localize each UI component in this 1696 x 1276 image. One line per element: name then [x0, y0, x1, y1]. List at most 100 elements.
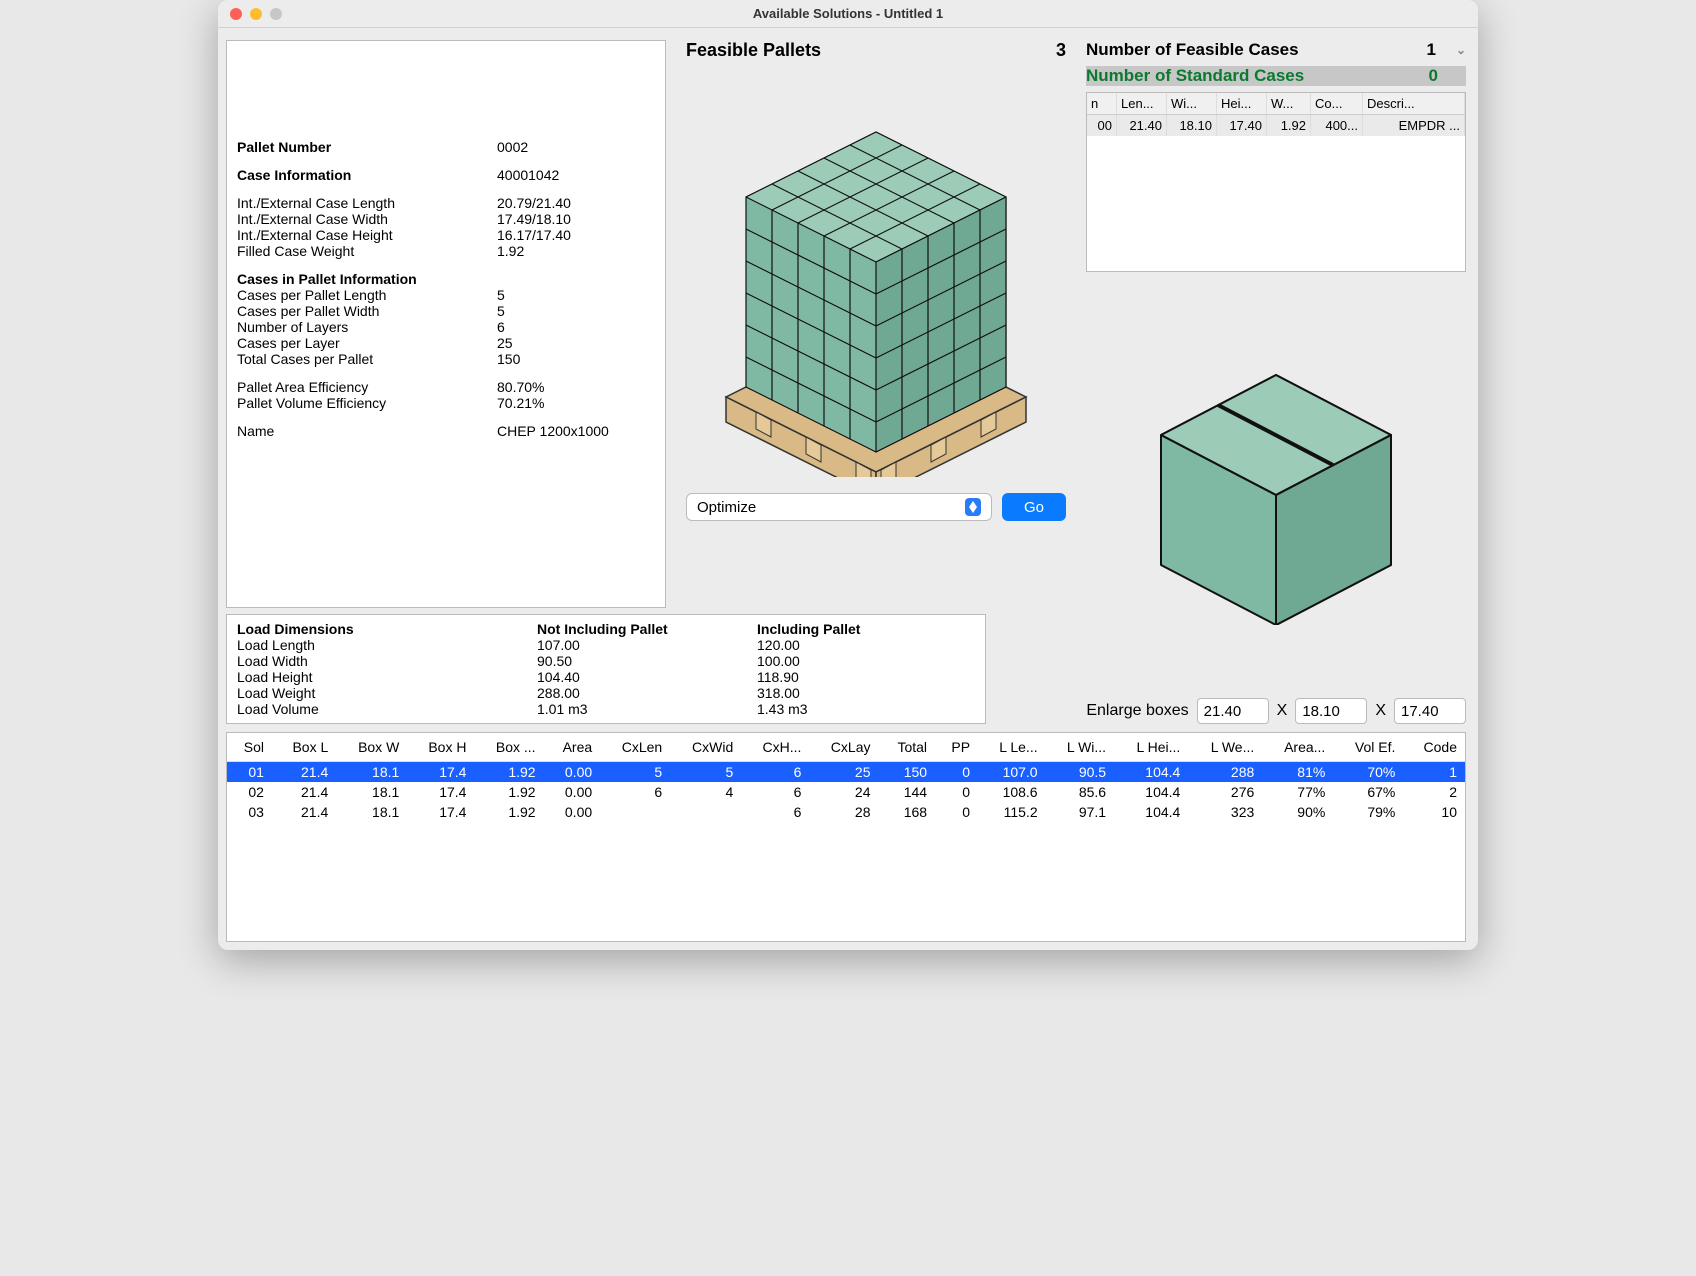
sol-col-header[interactable]: Box W — [336, 733, 407, 762]
pallet-3d-view[interactable] — [696, 61, 1056, 493]
cases-cell: EMPDR ... — [1363, 115, 1465, 136]
nsc-value: 0 — [1429, 66, 1438, 86]
sol-col-header[interactable]: L Le... — [978, 733, 1046, 762]
sol-cell: 288 — [1188, 762, 1262, 783]
sol-cell: 6 — [600, 782, 670, 802]
sol-col-header[interactable]: PP — [935, 733, 978, 762]
sol-cell: 0 — [935, 762, 978, 783]
sol-cell: 18.1 — [336, 802, 407, 822]
load-row-label: Load Width — [237, 653, 537, 669]
iec-length-label: Int./External Case Length — [237, 195, 497, 211]
filled-weight-value: 1.92 — [497, 243, 655, 259]
table-row[interactable]: 0321.418.117.41.920.006281680115.297.110… — [227, 802, 1465, 822]
sol-cell: 90.5 — [1046, 762, 1114, 783]
sol-cell: 150 — [878, 762, 935, 783]
enlarge-height-input[interactable] — [1394, 698, 1466, 724]
sol-cell: 67% — [1333, 782, 1403, 802]
cases-cell: 18.10 — [1167, 115, 1217, 136]
maximize-icon[interactable] — [270, 8, 282, 20]
sol-cell: 168 — [878, 802, 935, 822]
cip-label: Cases in Pallet Information — [237, 271, 497, 287]
sol-cell: 6 — [741, 762, 809, 783]
cases-col-header[interactable]: Descri... — [1363, 93, 1465, 114]
sol-cell: 18.1 — [336, 762, 407, 783]
optimize-select[interactable]: Optimize — [686, 493, 992, 521]
sol-cell: 0.00 — [544, 802, 601, 822]
sol-cell: 17.4 — [407, 782, 474, 802]
sol-cell: 104.4 — [1114, 802, 1188, 822]
sol-cell: 323 — [1188, 802, 1262, 822]
feasible-pallets-count: 3 — [1056, 40, 1066, 61]
enlarge-length-input[interactable] — [1197, 698, 1269, 724]
sol-cell: 77% — [1262, 782, 1333, 802]
go-button[interactable]: Go — [1002, 493, 1066, 521]
sol-col-header[interactable]: L Wi... — [1046, 733, 1114, 762]
sol-col-header[interactable]: Box L — [272, 733, 336, 762]
chevron-down-icon[interactable]: ⌄ — [1456, 43, 1466, 57]
box-3d-view[interactable] — [1086, 278, 1466, 692]
load-row-label: Load Height — [237, 669, 537, 685]
cases-cell: 400... — [1311, 115, 1363, 136]
sol-cell: 0 — [935, 802, 978, 822]
sol-col-header[interactable]: Vol Ef. — [1333, 733, 1403, 762]
load-row-label: Load Weight — [237, 685, 537, 701]
x-label: X — [1375, 702, 1386, 720]
enlarge-width-input[interactable] — [1295, 698, 1367, 724]
table-row[interactable]: 0121.418.117.41.920.00556251500107.090.5… — [227, 762, 1465, 783]
cases-table[interactable]: nLen...Wi...Hei...W...Co...Descri... 002… — [1086, 92, 1466, 272]
minimize-icon[interactable] — [250, 8, 262, 20]
layers-value: 6 — [497, 319, 655, 335]
pallet-info-panel: Pallet Number0002 Case Information400010… — [226, 40, 666, 608]
sol-cell: 28 — [809, 802, 878, 822]
sol-col-header[interactable]: L Hei... — [1114, 733, 1188, 762]
sol-col-header[interactable]: CxH... — [741, 733, 809, 762]
cases-col-header[interactable]: Hei... — [1217, 93, 1267, 114]
pallet-name-label: Name — [237, 423, 497, 439]
sol-cell: 104.4 — [1114, 762, 1188, 783]
cases-col-header[interactable]: n — [1087, 93, 1117, 114]
sol-col-header[interactable]: Sol — [227, 733, 272, 762]
sol-col-header[interactable]: Area... — [1262, 733, 1333, 762]
sol-col-header[interactable]: CxLen — [600, 733, 670, 762]
table-row[interactable]: 0221.418.117.41.920.00646241440108.685.6… — [227, 782, 1465, 802]
sol-cell — [670, 802, 741, 822]
cpl-width-label: Cases per Pallet Width — [237, 303, 497, 319]
cases-col-header[interactable]: W... — [1267, 93, 1311, 114]
cases-col-header[interactable]: Co... — [1311, 93, 1363, 114]
sol-cell: 4 — [670, 782, 741, 802]
sol-cell — [600, 802, 670, 822]
cases-col-header[interactable]: Len... — [1117, 93, 1167, 114]
iec-length-value: 20.79/21.40 — [497, 195, 655, 211]
sol-col-header[interactable]: Box H — [407, 733, 474, 762]
nsc-label: Number of Standard Cases — [1086, 66, 1304, 86]
sol-col-header[interactable]: Box ... — [474, 733, 543, 762]
sol-col-header[interactable]: L We... — [1188, 733, 1262, 762]
cases-col-header[interactable]: Wi... — [1167, 93, 1217, 114]
sol-col-header[interactable]: CxWid — [670, 733, 741, 762]
sol-cell: 24 — [809, 782, 878, 802]
sol-col-header[interactable]: Area — [544, 733, 601, 762]
sol-cell: 1.92 — [474, 762, 543, 783]
sol-cell: 18.1 — [336, 782, 407, 802]
sol-cell: 90% — [1262, 802, 1333, 822]
sol-col-header[interactable]: CxLay — [809, 733, 878, 762]
solutions-table[interactable]: SolBox LBox WBox HBox ...AreaCxLenCxWidC… — [226, 732, 1466, 942]
sol-cell: 25 — [809, 762, 878, 783]
sol-cell: 0.00 — [544, 782, 601, 802]
sol-cell: 5 — [670, 762, 741, 783]
filled-weight-label: Filled Case Weight — [237, 243, 497, 259]
close-icon[interactable] — [230, 8, 242, 20]
chevron-updown-icon — [965, 498, 981, 516]
sol-cell: 1.92 — [474, 802, 543, 822]
sol-cell: 5 — [600, 762, 670, 783]
sol-col-header[interactable]: Code — [1403, 733, 1465, 762]
sol-cell: 03 — [227, 802, 272, 822]
sol-cell: 107.0 — [978, 762, 1046, 783]
nfc-value: 1 — [1426, 40, 1435, 60]
area-eff-label: Pallet Area Efficiency — [237, 379, 497, 395]
sol-col-header[interactable]: Total — [878, 733, 935, 762]
table-row[interactable]: 0021.4018.1017.401.92400...EMPDR ... — [1087, 115, 1465, 136]
sol-cell: 70% — [1333, 762, 1403, 783]
sol-cell: 104.4 — [1114, 782, 1188, 802]
sol-cell: 21.4 — [272, 802, 336, 822]
